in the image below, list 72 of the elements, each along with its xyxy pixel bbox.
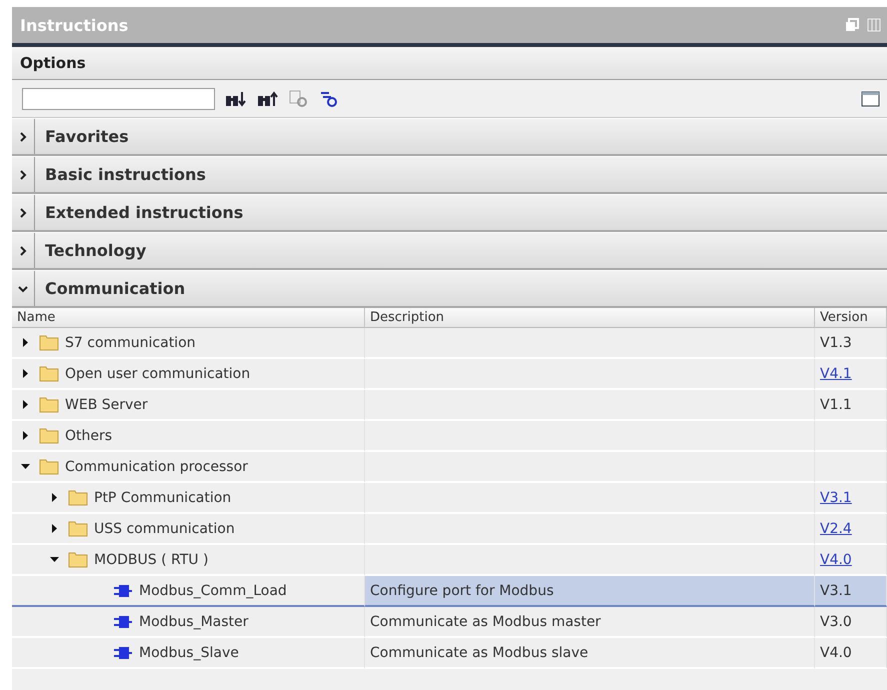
- version-text: V3.0: [820, 614, 852, 630]
- folder-icon: [68, 520, 88, 537]
- tree-item[interactable]: Open user communication: [12, 359, 365, 390]
- version-link[interactable]: V4.1: [820, 366, 852, 382]
- section-header[interactable]: Basic instructions: [12, 156, 887, 194]
- column-header[interactable]: Description: [365, 308, 815, 328]
- chevron-right-icon[interactable]: [18, 168, 28, 180]
- version-link[interactable]: V2.4: [820, 520, 852, 536]
- tree-item[interactable]: Modbus_Master: [12, 607, 365, 638]
- description-cell: Communicate as Modbus slave: [365, 638, 815, 669]
- item-name: Communication processor: [65, 458, 248, 474]
- item-name: USS communication: [94, 520, 235, 536]
- version-text: V1.1: [820, 396, 852, 412]
- version-link[interactable]: V4.0: [820, 552, 852, 568]
- chevron-right-icon[interactable]: [18, 206, 28, 218]
- item-name: MODBUS ( RTU ): [94, 552, 208, 568]
- search-field[interactable]: [22, 88, 215, 110]
- item-name: Others: [65, 428, 112, 444]
- binoculars-up-icon[interactable]: [257, 90, 279, 106]
- version-text: V4.0: [820, 644, 852, 660]
- description-cell: Communicate as Modbus master: [365, 607, 815, 638]
- section-header[interactable]: Favorites: [12, 118, 887, 156]
- tree-item[interactable]: WEB Server: [12, 390, 365, 421]
- tree-item[interactable]: PtP Communication: [12, 483, 365, 514]
- options-title: Options: [20, 54, 86, 72]
- window-icon[interactable]: [861, 90, 881, 108]
- collapsed-triangle-icon[interactable]: [20, 369, 30, 378]
- block-icon: [113, 614, 133, 628]
- item-name: PtP Communication: [94, 490, 232, 506]
- item-name: Modbus_Slave: [139, 644, 239, 660]
- item-name: Modbus_Comm_Load: [139, 582, 287, 598]
- chevron-right-icon[interactable]: [18, 130, 28, 142]
- folder-icon: [39, 396, 59, 413]
- chevron-right-icon[interactable]: [18, 244, 28, 256]
- version-link[interactable]: V3.1: [820, 490, 852, 506]
- section-header[interactable]: Extended instructions: [12, 194, 887, 232]
- folder-icon: [39, 334, 59, 351]
- description-cell: Configure port for Modbus: [365, 576, 815, 607]
- tree-item[interactable]: S7 communication: [12, 328, 365, 359]
- tree-item[interactable]: Modbus_Comm_Load: [12, 576, 365, 607]
- folder-icon: [68, 551, 88, 568]
- block-icon: [113, 646, 133, 660]
- tree-item[interactable]: Others: [12, 421, 365, 452]
- version-update-icon[interactable]: [319, 90, 339, 108]
- section-header[interactable]: Communication: [12, 270, 887, 308]
- folder-icon: [39, 427, 59, 444]
- collapsed-triangle-icon[interactable]: [20, 338, 30, 347]
- section-header[interactable]: Technology: [12, 232, 887, 270]
- version-text: V1.3: [820, 334, 852, 350]
- expanded-triangle-icon[interactable]: [20, 462, 30, 471]
- collapsed-triangle-icon[interactable]: [20, 400, 30, 409]
- collapsed-triangle-icon[interactable]: [50, 493, 58, 502]
- item-name: Modbus_Master: [139, 614, 248, 630]
- tree-item[interactable]: USS communication: [12, 514, 365, 545]
- item-name: Open user communication: [65, 366, 250, 382]
- column-header[interactable]: Name: [12, 308, 365, 328]
- panel-title: Instructions: [20, 16, 128, 34]
- folder-icon: [39, 365, 59, 382]
- tree-item[interactable]: MODBUS ( RTU ): [12, 545, 365, 576]
- binoculars-down-icon[interactable]: [225, 90, 247, 106]
- collapsed-triangle-icon[interactable]: [50, 524, 58, 533]
- folder-icon: [39, 458, 59, 475]
- tree-item[interactable]: Modbus_Slave: [12, 638, 365, 669]
- tree-item[interactable]: Communication processor: [12, 452, 365, 483]
- expanded-triangle-icon[interactable]: [50, 555, 58, 564]
- folder-icon: [68, 489, 88, 506]
- column-header[interactable]: Version: [815, 308, 887, 328]
- item-name: WEB Server: [65, 396, 148, 412]
- collapsed-triangle-icon[interactable]: [20, 431, 30, 440]
- item-name: S7 communication: [65, 334, 196, 350]
- block-icon: [113, 584, 133, 598]
- version-text: V3.1: [820, 582, 852, 598]
